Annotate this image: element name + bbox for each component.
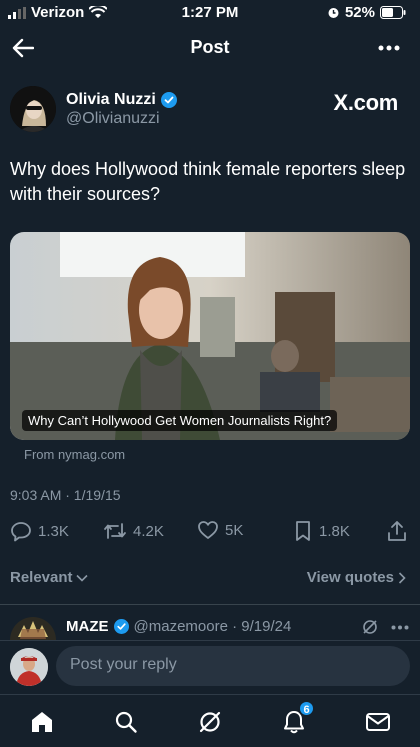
sort-relevant-label: Relevant [10, 569, 73, 586]
author-name-text[interactable]: Olivia Nuzzi [66, 91, 156, 109]
user-avatar[interactable] [10, 648, 48, 686]
verified-badge-icon [160, 92, 177, 108]
tab-notifications[interactable]: 6 [279, 700, 315, 737]
view-quotes-link[interactable]: View quotes [307, 569, 406, 586]
reply-more-icon[interactable] [391, 625, 409, 630]
action-bar: 1.3K 4.2K 5K 1.8K [0, 520, 420, 550]
card-caption: Why Can’t Hollywood Get Women Journalist… [22, 410, 338, 431]
more-options-icon[interactable] [378, 45, 400, 51]
author-avatar-image [10, 86, 56, 132]
status-bar: Verizon 1:27 PM 52% [0, 0, 420, 26]
post-timestamp: 9:03 AM · 1/19/15 [10, 487, 121, 503]
bookmark-button[interactable]: 1.8K [293, 520, 350, 542]
tab-messages[interactable] [363, 707, 393, 737]
reply-author[interactable]: MAZE @mazemoore · 9/19/24 [66, 618, 291, 635]
reply-composer: Post your reply [0, 640, 420, 692]
reply-author-handle: @mazemoore · 9/19/24 [133, 618, 292, 635]
tab-grok[interactable] [195, 707, 225, 737]
tab-search[interactable] [111, 707, 141, 737]
reply-button[interactable]: 1.3K [10, 520, 69, 542]
notification-badge: 6 [298, 700, 315, 717]
bookmark-icon [296, 521, 310, 541]
bookmark-count: 1.8K [319, 522, 350, 540]
heart-icon [198, 521, 218, 539]
grok-icon [199, 711, 221, 733]
user-avatar-image [10, 648, 48, 686]
reply-input[interactable]: Post your reply [56, 646, 410, 686]
verified-badge-icon [113, 619, 129, 634]
view-quotes-label: View quotes [306, 569, 394, 586]
battery-icon [380, 6, 406, 19]
author-name[interactable]: Olivia Nuzzi [66, 91, 177, 109]
sort-relevant-dropdown[interactable]: Relevant [10, 569, 88, 586]
grok-icon[interactable] [362, 619, 378, 635]
reply-count: 1.3K [38, 522, 69, 540]
replies-sort-row: Relevant View quotes [0, 566, 420, 592]
x-com-brand: X.com [333, 90, 398, 115]
home-icon [32, 712, 52, 732]
link-card[interactable]: Why Can’t Hollywood Get Women Journalist… [10, 232, 410, 440]
repost-icon [104, 523, 126, 539]
header: Post [0, 26, 420, 70]
status-right: 52% [327, 4, 406, 21]
reply-preview[interactable]: MAZE @mazemoore · 9/19/24 [0, 605, 420, 641]
tab-home[interactable] [27, 707, 57, 737]
page-title: Post [190, 37, 230, 57]
battery-percent: 52% [344, 4, 375, 21]
chevron-right-icon [398, 571, 406, 584]
reply-avatar[interactable] [10, 617, 56, 641]
chevron-down-icon [75, 574, 88, 582]
reply-icon [11, 522, 31, 542]
author-avatar[interactable] [10, 86, 56, 132]
article-image [10, 232, 410, 440]
like-button[interactable]: 5K [197, 520, 243, 540]
search-icon [115, 711, 137, 733]
like-count: 5K [225, 521, 244, 539]
mail-icon [366, 713, 390, 731]
bottom-tab-bar: 6 [0, 694, 420, 747]
reply-author-name[interactable]: MAZE [66, 618, 109, 635]
tweet-text: Why does Hollywood think female reporter… [10, 159, 406, 204]
share-icon[interactable] [386, 520, 408, 542]
alarm-icon [328, 8, 339, 18]
repost-count: 4.2K [133, 522, 164, 540]
author-handle[interactable]: @Olivianuzzi [66, 110, 160, 128]
repost-button[interactable]: 4.2K [103, 520, 164, 542]
card-source[interactable]: From nymag.com [24, 447, 125, 462]
